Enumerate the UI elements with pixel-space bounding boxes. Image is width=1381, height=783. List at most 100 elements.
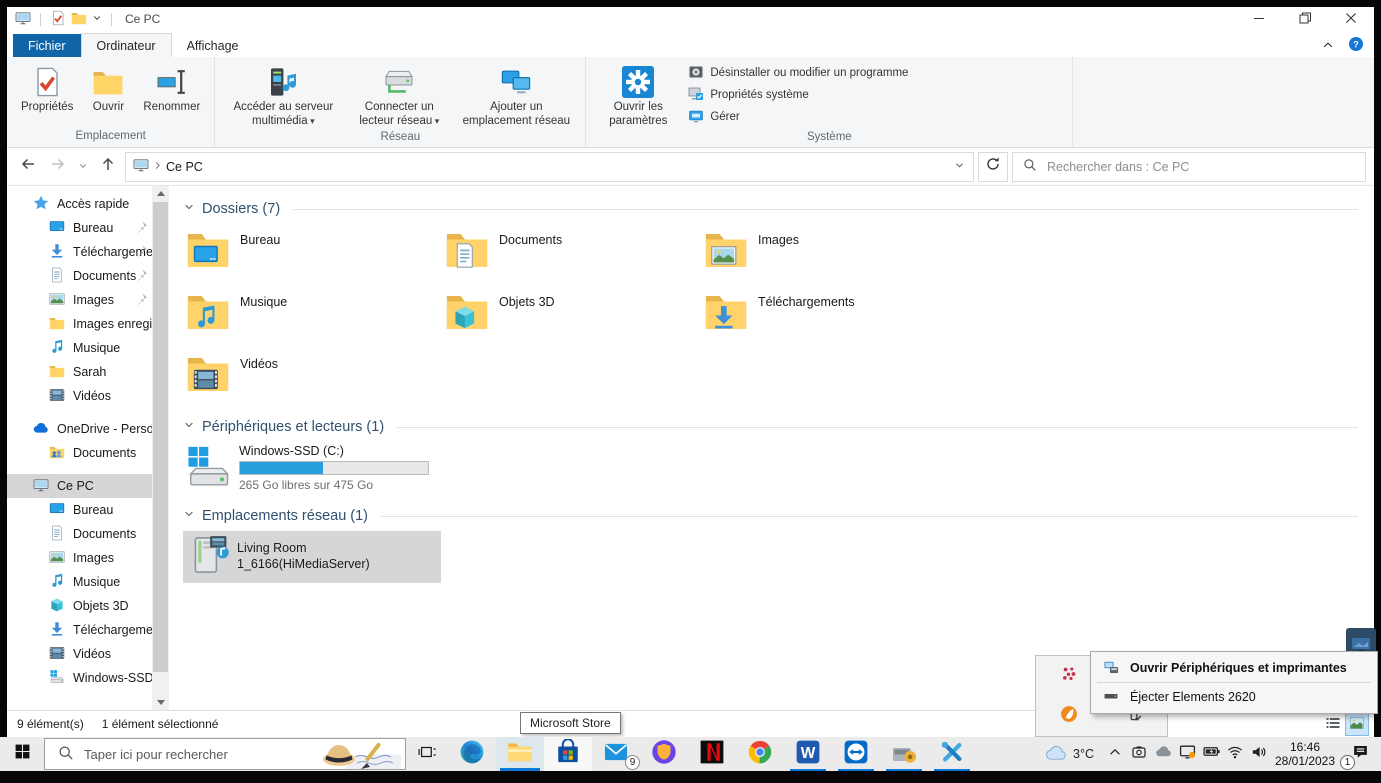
folder-tile-t-l-chargements[interactable]: Téléchargements (701, 286, 960, 348)
sidebar-item-t-l-chargements[interactable]: Téléchargements (7, 240, 152, 264)
taskbar-app-word[interactable]: W (784, 737, 832, 771)
restore-button[interactable] (1282, 7, 1328, 31)
sidebar-item-documents[interactable]: Documents (7, 441, 152, 465)
folder-tile-musique[interactable]: Musique (183, 286, 442, 348)
display-alert-icon[interactable] (1175, 737, 1199, 771)
recent-locations-icon[interactable] (75, 154, 91, 180)
taskbar-app-file-explorer[interactable] (496, 737, 544, 771)
show-hidden-icons-button[interactable] (1103, 737, 1127, 771)
drive-tile[interactable]: Windows-SSD (C:) 265 Go libres sur 475 G… (183, 442, 439, 497)
open-button[interactable]: Ouvrir (79, 61, 137, 117)
folder-tile-bureau[interactable]: Bureau (183, 224, 442, 286)
capture-icon[interactable] (1127, 737, 1151, 771)
collapse-icon[interactable] (183, 419, 195, 435)
section-header-drives[interactable]: Périphériques et lecteurs (1) (183, 414, 1374, 440)
address-bar[interactable]: Ce PC (125, 151, 974, 182)
sidebar-item-t-l-chargements[interactable]: Téléchargements (7, 618, 152, 642)
avast-icon[interactable] (1060, 705, 1078, 728)
wifi-icon[interactable] (1223, 737, 1247, 771)
section-header-network[interactable]: Emplacements réseau (1) (183, 503, 1374, 529)
search-input[interactable]: Rechercher dans : Ce PC (1012, 151, 1366, 182)
sidebar-item-acc-s-rapide[interactable]: Accès rapide (7, 192, 152, 216)
sidebar-item-bureau[interactable]: Bureau (7, 498, 152, 522)
action-center-button[interactable]: 1 (1339, 737, 1381, 771)
scrollbar-thumb[interactable] (153, 202, 168, 672)
folder-tile-images[interactable]: Images (701, 224, 960, 286)
map-drive-button[interactable]: Connecter un lecteur réseau (343, 61, 455, 130)
address-dropdown-icon[interactable] (947, 160, 971, 174)
sidebar-item-images[interactable]: Images (7, 288, 152, 312)
sidebar-item-vid-os[interactable]: Vidéos (7, 384, 152, 408)
add-network-location-button[interactable]: Ajouter un emplacement réseau (455, 61, 577, 130)
taskbar-app-edge[interactable] (448, 737, 496, 771)
folder-tile-vid-os[interactable]: Vidéos (183, 348, 442, 410)
network-location-tile[interactable]: Living Room 1_6166(HiMediaServer) (183, 531, 441, 583)
open-settings-button[interactable]: Ouvrir les paramètres (594, 61, 682, 130)
folder-tile-documents[interactable]: Documents (442, 224, 701, 286)
forward-button[interactable] (45, 154, 71, 180)
tab-ordinateur[interactable]: Ordinateur (80, 33, 172, 57)
close-button[interactable] (1328, 7, 1374, 31)
clock[interactable]: 16:46 28/01/2023 (1271, 740, 1339, 768)
sidebar-item-musique[interactable]: Musique (7, 570, 152, 594)
section-header-folders[interactable]: Dossiers (7) (183, 196, 1374, 222)
context-menu-item[interactable]: Éjecter Elements 2620 (1091, 684, 1377, 710)
ribbon-collapse-icon[interactable] (1322, 38, 1334, 56)
sidebar-item-vid-os[interactable]: Vidéos (7, 642, 152, 666)
folder-tile-objets-3d[interactable]: Objets 3D (442, 286, 701, 348)
cloud-icon (33, 420, 49, 439)
qat-properties-icon[interactable] (50, 10, 66, 29)
app-red-dots-icon[interactable] (1060, 665, 1078, 688)
back-button[interactable] (15, 154, 41, 180)
sidebar-item-objets-3d[interactable]: Objets 3D (7, 594, 152, 618)
thumbnail-view-button[interactable] (1345, 712, 1369, 736)
battery-icon[interactable] (1199, 737, 1223, 771)
taskbar-app-tools-app[interactable] (928, 737, 976, 771)
onedrive-icon[interactable] (1151, 737, 1175, 771)
taskbar-app-mail[interactable]: 9 (592, 737, 640, 771)
collapse-icon[interactable] (183, 508, 195, 524)
taskbar-app-teamviewer[interactable] (832, 737, 880, 771)
breadcrumb[interactable]: Ce PC (166, 160, 203, 174)
sidebar-item-ce-pc[interactable]: Ce PC (7, 474, 152, 498)
sidebar-item-musique[interactable]: Musique (7, 336, 152, 360)
taskbar-app-netflix[interactable] (688, 737, 736, 771)
sidebar-item-documents[interactable]: Documents (7, 264, 152, 288)
uninstall-program-button[interactable]: Désinstaller ou modifier un programme (688, 64, 908, 82)
minimize-button[interactable] (1236, 7, 1282, 31)
refresh-button[interactable] (978, 151, 1008, 182)
sidebar-item-bureau[interactable]: Bureau (7, 216, 152, 240)
scroll-up-icon[interactable] (152, 186, 169, 201)
collapse-icon[interactable] (183, 201, 195, 217)
media-server-button[interactable]: Accéder au serveur multimédia (223, 61, 343, 130)
taskbar-app-disk-utility[interactable] (880, 737, 928, 771)
qat-new-folder-icon[interactable] (71, 10, 87, 29)
sidebar-item-documents[interactable]: Documents (7, 522, 152, 546)
sidebar-item-images[interactable]: Images (7, 546, 152, 570)
properties-button[interactable]: Propriétés (15, 61, 79, 117)
taskbar-app-security-shield-app[interactable] (640, 737, 688, 771)
sidebar-scrollbar[interactable] (152, 186, 169, 710)
scroll-down-icon[interactable] (152, 695, 169, 710)
qat-customize-icon[interactable] (92, 12, 102, 26)
tab-fichier[interactable]: Fichier (13, 34, 81, 57)
rename-button[interactable]: Renommer (137, 61, 206, 117)
task-view-button[interactable] (406, 737, 448, 771)
list-view-button[interactable] (1322, 713, 1344, 735)
sidebar-item-sarah[interactable]: Sarah (7, 360, 152, 384)
context-menu-item[interactable]: Ouvrir Périphériques et imprimantes (1091, 655, 1377, 681)
sidebar-item-images-enregistr-es[interactable]: Images enregistrées (7, 312, 152, 336)
tab-affichage[interactable]: Affichage (172, 34, 254, 57)
volume-icon[interactable] (1247, 737, 1271, 771)
manage-button[interactable]: Gérer (688, 108, 908, 126)
sidebar-item-windows-ssd-c-[interactable]: Windows-SSD (C:) (7, 666, 152, 690)
help-icon[interactable]: ? (1348, 36, 1364, 57)
up-button[interactable] (95, 154, 121, 180)
taskbar-app-microsoft-store[interactable] (544, 737, 592, 771)
taskbar-search-input[interactable]: Taper ici pour rechercher (44, 738, 406, 770)
taskbar-app-chrome[interactable] (736, 737, 784, 771)
system-properties-button[interactable]: Propriétés système (688, 86, 908, 104)
start-button[interactable] (0, 737, 44, 771)
sidebar-item-onedrive-personnel[interactable]: OneDrive - Personnel (7, 417, 152, 441)
weather-widget[interactable]: 3°C (1036, 742, 1103, 767)
